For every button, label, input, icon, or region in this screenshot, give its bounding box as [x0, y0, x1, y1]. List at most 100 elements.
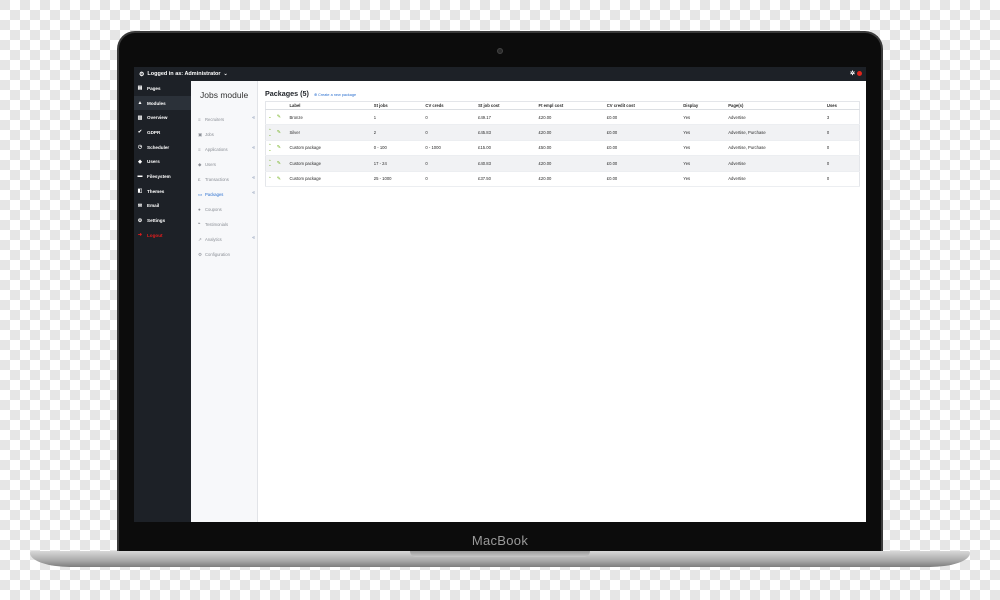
subnav-item-label: Applications	[205, 147, 228, 152]
chevron-down-icon[interactable]: ⌄	[224, 71, 228, 77]
subnav-item-label: Transactions	[205, 177, 229, 182]
row-controls: ⌃ ✎	[265, 171, 288, 187]
subnav-item-coupons[interactable]: ● Coupons	[191, 202, 257, 217]
edit-pencil-icon[interactable]: ✎	[277, 130, 281, 136]
briefcase-icon: ▣	[198, 131, 203, 137]
page-title: Packages (5)	[265, 89, 309, 98]
row-controls: ⌃ ⌄ ✎	[265, 155, 288, 172]
cell-st-jobs: 1	[371, 109, 424, 126]
cell-cv-credit-cost: £0.00	[604, 140, 682, 157]
tag-icon: ●	[198, 207, 201, 212]
currency-icon: £	[198, 177, 201, 182]
table-row: ⌄ ✎ Bronze 1 0 £49.17 £20.00 £0.00 Yes Advertise 3	[265, 109, 860, 126]
analytics-icon: ↗	[198, 236, 202, 242]
subnav-item-label: Jobs	[205, 132, 214, 137]
alert-icon[interactable]	[857, 71, 862, 76]
reorder-arrows[interactable]: ⌃ ⌄	[268, 159, 272, 168]
list-icon: ≡	[198, 147, 201, 152]
sidebar-item-settings[interactable]: ⚙ Settings	[134, 213, 191, 228]
reorder-arrows[interactable]: ⌃	[268, 176, 272, 181]
cell-cv-creds: 0	[423, 155, 477, 172]
subnav-item-applications[interactable]: ≡ Applications «	[191, 142, 257, 157]
subnav-item-packages[interactable]: ▭ Packages «	[191, 187, 257, 202]
sidebar-item-filesystem[interactable]: ▬ Filesystem	[134, 169, 191, 184]
cell-cv-credit-cost: £0.00	[604, 171, 682, 187]
gear-icon: ⚙	[139, 71, 145, 78]
subnav-item-configuration[interactable]: ⚙ Configuration	[191, 247, 257, 262]
cell-cv-credit-cost: £0.00	[604, 124, 682, 141]
edit-pencil-icon[interactable]: ✎	[277, 145, 281, 151]
cell-label: Custom package	[287, 140, 372, 157]
double-chevron-icon[interactable]: «	[252, 145, 255, 151]
arrow-down-icon[interactable]: ⌄	[268, 162, 272, 168]
sidebar-item-label: Themes	[147, 188, 165, 194]
subnav-item-label: Coupons	[205, 207, 222, 212]
cell-st-jobs: 2	[371, 124, 424, 141]
subnav-item-users[interactable]: ◆ Users	[191, 157, 257, 172]
cell-display: Yes	[681, 171, 727, 187]
subnav-list: ≡ Recruiters « ▣ Jobs ≡ Applications « ◆ Users £ Tr…	[191, 112, 257, 262]
sidebar-item-pages[interactable]: ▤ Pages	[134, 81, 191, 96]
subnav-item-recruiters[interactable]: ≡ Recruiters «	[191, 112, 257, 127]
camera-icon	[497, 48, 503, 54]
sidebar-item-users[interactable]: ◆ Users	[134, 154, 191, 169]
create-package-link[interactable]: ⊕Create a new package	[314, 92, 356, 97]
row-controls: ⌃ ⌄ ✎	[265, 140, 288, 157]
double-chevron-icon[interactable]: «	[252, 175, 255, 181]
subnav-item-analytics[interactable]: ↗ Analytics «	[191, 232, 257, 247]
double-chevron-icon[interactable]: «	[252, 235, 255, 241]
reorder-arrows[interactable]: ⌃ ⌄	[268, 128, 272, 137]
subnav-item-label: Testimonials	[205, 222, 229, 227]
logged-in-user-menu[interactable]: Logged in as: Administrator	[147, 71, 220, 77]
cell-st-jobs: 25 - 1000	[371, 171, 424, 187]
sidebar-item-label: Settings	[147, 218, 166, 224]
cell-ft-empl-cost: £20.00	[536, 155, 605, 172]
page-icon: ▤	[137, 85, 143, 92]
table-header-row: Label St jobs CV creds St job cost Ft empl c…	[265, 101, 860, 110]
module-title: Jobs module	[200, 90, 249, 100]
sidebar-item-overview[interactable]: ▥ Overview	[134, 110, 191, 125]
cell-cv-creds: 0	[423, 124, 477, 141]
cell-st-jobs: 17 - 24	[371, 155, 424, 172]
sidebar-item-label: GDPR	[147, 129, 161, 135]
plus-icon: ⊕	[313, 93, 318, 97]
double-chevron-icon[interactable]: «	[252, 190, 255, 196]
subnav-item-testimonials[interactable]: ❝ Testimonials	[191, 217, 257, 232]
cell-label: Custom package	[287, 171, 372, 187]
package-icon: ▭	[198, 191, 203, 197]
subnav-item-label: Users	[205, 162, 216, 167]
cell-ft-empl-cost: £20.00	[536, 109, 605, 126]
arrow-down-icon[interactable]: ⌄	[268, 114, 272, 120]
users-icon: ◆	[198, 161, 202, 167]
cell-uses: 0	[824, 155, 860, 172]
sidebar-item-themes[interactable]: ◧ Themes	[134, 184, 191, 199]
edit-pencil-icon[interactable]: ✎	[277, 160, 281, 166]
arrow-down-icon[interactable]: ⌄	[268, 147, 272, 152]
sidebar-item-gdpr[interactable]: ✔ GDPR	[134, 125, 191, 140]
cell-uses: 0	[824, 124, 860, 141]
sidebar-item-label: Modules	[147, 100, 166, 106]
reorder-arrows[interactable]: ⌄	[268, 114, 272, 120]
screen: ⚙ Logged in as: Administrator ⌄ ✲ ▤ Pages…	[134, 67, 866, 522]
arrow-down-icon[interactable]: ⌄	[268, 132, 272, 137]
subnav-item-jobs[interactable]: ▣ Jobs	[191, 127, 257, 142]
create-package-label: Create a new package	[318, 93, 357, 97]
bug-icon[interactable]: ✲	[850, 70, 855, 77]
subnav-item-label: Recruiters	[205, 117, 225, 122]
column-header-display: Display	[681, 101, 727, 110]
edit-pencil-icon[interactable]: ✎	[277, 114, 281, 120]
subnav-item-label: Configuration	[205, 252, 230, 257]
sidebar-item-modules[interactable]: ▲ Modules	[134, 95, 191, 111]
main-content: Packages (5) ⊕Create a new package Label…	[265, 81, 860, 187]
subnav-item-transactions[interactable]: £ Transactions «	[191, 172, 257, 187]
sidebar-item-scheduler[interactable]: ◷ Scheduler	[134, 140, 191, 155]
reorder-arrows[interactable]: ⌃ ⌄	[268, 144, 272, 152]
sidebar-item-email[interactable]: ✉ Email	[134, 199, 191, 214]
sidebar-item-label: Filesystem	[147, 173, 171, 179]
edit-pencil-icon[interactable]: ✎	[277, 176, 281, 182]
double-chevron-icon[interactable]: «	[252, 115, 255, 121]
device-brand: MacBook	[471, 533, 529, 548]
sidebar-item-logout[interactable]: ➜ Logout	[134, 228, 191, 243]
cell-ft-empl-cost: £20.00	[536, 171, 605, 187]
arrow-up-icon[interactable]: ⌃	[268, 176, 272, 181]
